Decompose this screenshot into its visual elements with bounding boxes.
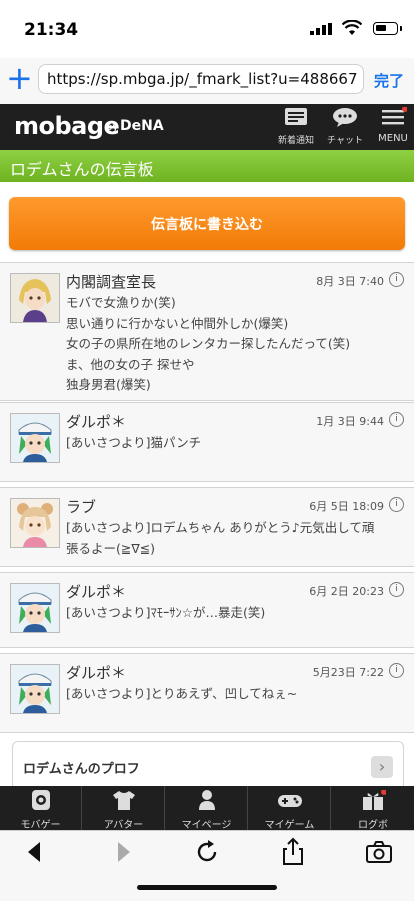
avatar-captain-icon [11,414,59,462]
post-line: 女の子の県所在地のレンタカー探したんだって(笑) [66,336,351,351]
person-icon [198,790,215,810]
user-avatar[interactable] [10,273,60,323]
logo-by-text: by [106,122,119,133]
tab-label: ログボ [358,820,388,831]
page-title-bar: ロデムさんの伝言板 [0,150,414,182]
post-body: [あいさつより]とりあえず、凹してねぇ~ [66,684,406,705]
post-date: 6月 5日 18:09 [309,500,384,513]
info-icon[interactable]: i [389,272,404,287]
wifi-icon [342,20,362,35]
share-icon[interactable] [278,837,308,867]
chat-icon [333,108,357,127]
dena-logo: DeNA [120,118,164,134]
post-date: 1月 3日 9:44 [316,415,384,428]
nav-chat-label: チャット [327,136,363,146]
back-arrow-icon[interactable] [20,837,50,867]
user-avatar[interactable] [10,413,60,463]
camera-icon[interactable] [364,837,394,867]
avatar-blonde-icon [11,274,59,322]
post-body: [あいさつより]ロデムちゃん ありがとう♪元気出して頑 張るよー(≧∇≦) [66,518,406,559]
forward-arrow-icon[interactable] [108,837,138,867]
menu-icon [382,106,408,125]
post-line: [あいさつより]猫パンチ [66,435,202,450]
write-message-label: 伝言板に書き込む [151,217,263,233]
bottom-tab-bar: モバゲー アバター マイページ マイゲーム ログボ [0,786,414,831]
post-date: 5月23日 7:22 [312,666,384,679]
nav-notification-label: 新着通知 [277,136,314,146]
notification-icon [285,108,307,125]
status-bar: 21:34 [0,0,414,58]
gift-icon [363,789,387,810]
battery-nub [400,26,402,31]
nav-notification[interactable]: 新着通知 [276,107,316,146]
message-post: ダルポ＊ 6月 2日 20:23 i [あいさつより]ﾏﾓｰｻﾝ☆が…暴走(笑) [0,572,414,648]
home-indicator [137,885,277,890]
tab-label: モバゲー [20,820,61,831]
write-message-button[interactable]: 伝言板に書き込む [9,197,405,250]
tab-mypage[interactable]: マイページ [166,786,248,831]
profile-link[interactable]: ロデムさんのプロフ › [12,741,404,787]
post-author[interactable]: ダルポ＊ [66,581,126,602]
gamepad-icon [277,795,302,807]
tab-label: マイゲーム [264,820,315,831]
post-body: [あいさつより]ﾏﾓｰｻﾝ☆が…暴走(笑) [66,603,406,624]
post-body: [あいさつより]猫パンチ [66,433,406,454]
user-avatar[interactable] [10,664,60,714]
tab-label: アバター [103,820,144,831]
tab-mygame[interactable]: マイゲーム [249,786,331,831]
info-icon[interactable]: i [389,497,404,512]
message-post: ダルポ＊ 1月 3日 9:44 i [あいさつより]猫パンチ [0,402,414,482]
reload-icon[interactable] [192,837,222,867]
browser-toolbar [0,830,414,901]
post-author[interactable]: ダルポ＊ [66,411,126,432]
mobage-header: mobage by DeNA 新着通知 チャット MENU [0,104,414,150]
battery-icon [373,22,398,35]
tab-label: マイページ [181,820,232,831]
post-line: 独身男君(爆笑) [66,377,151,392]
post-body: モバで女漁りか(笑) 思い通りに行かないと仲間外しか(爆笑) 女の子の県所在地の… [66,293,406,396]
post-date: 8月 3日 7:40 [316,275,384,288]
message-post: 内閣調査室長 8月 3日 7:40 i モバで女漁りか(笑) 思い通りに行かない… [0,262,414,401]
tab-mobage[interactable]: モバゲー [0,786,82,831]
page-title: ロデムさんの伝言板 [10,160,154,179]
post-line: [あいさつより]ﾏﾓｰｻﾝ☆が…暴走(笑) [66,605,266,620]
post-author[interactable]: ダルポ＊ [66,662,126,683]
mobage-logo[interactable]: mobage [14,112,120,140]
chevron-right-icon: › [371,756,393,778]
post-author[interactable]: ラブ [66,496,96,517]
status-time: 21:34 [24,20,79,40]
cellular-signal-icon [310,23,332,35]
browser-url-bar: + https://sp.mbga.jp/_fmark_list?u=48866… [0,58,414,105]
mobage-icon [31,790,50,810]
url-field[interactable]: https://sp.mbga.jp/_fmark_list?u=488667.… [38,64,364,94]
post-author[interactable]: 内閣調査室長 [66,271,156,292]
info-icon[interactable]: i [389,582,404,597]
post-line: モバで女漁りか(笑) [66,295,176,310]
profile-link-label: ロデムさんのプロフ [23,762,140,777]
add-plus-icon[interactable]: + [6,62,33,94]
user-avatar[interactable] [10,583,60,633]
nav-chat[interactable]: チャット [325,107,365,146]
avatar-captain-icon [11,665,59,713]
user-avatar[interactable] [10,498,60,548]
message-post: ダルポ＊ 5月23日 7:22 i [あいさつより]とりあえず、凹してねぇ~ [0,653,414,733]
nav-menu-label: MENU [378,133,408,144]
nav-menu[interactable]: MENU [374,106,412,144]
done-button[interactable]: 完了 [374,70,404,91]
post-line: ま、他の女の子 探せや [66,356,195,372]
post-line: 張るよー(≧∇≦) [66,540,156,556]
avatar-bear-ears-icon [11,499,59,547]
post-line: [あいさつより]ロデムちゃん ありがとう♪元気出して頑 [66,520,375,535]
info-icon[interactable]: i [389,663,404,678]
message-post: ラブ 6月 5日 18:09 i [あいさつより]ロデムちゃん ありがとう♪元気… [0,487,414,567]
tab-avatar[interactable]: アバター [83,786,165,831]
tab-login-bonus[interactable]: ログボ [332,786,414,831]
info-icon[interactable]: i [389,412,404,427]
avatar-shirt-icon [112,791,135,810]
post-line: [あいさつより]とりあえず、凹してねぇ~ [66,686,298,701]
post-line: 思い通りに行かないと仲間外しか(爆笑) [66,315,289,331]
avatar-captain-icon [11,584,59,632]
post-date: 6月 2日 20:23 [309,585,384,598]
url-text: https://sp.mbga.jp/_fmark_list?u=488667.… [47,70,357,88]
